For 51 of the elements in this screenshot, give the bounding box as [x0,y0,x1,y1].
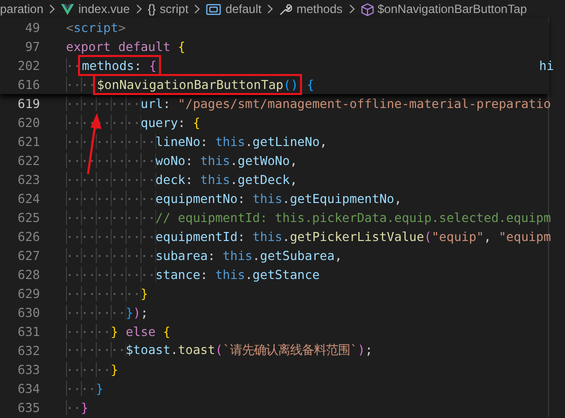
line-number: 97 [24,39,40,54]
line-number: 623 [16,172,40,187]
line-number: 635 [16,400,40,415]
line-number: 632 [16,343,40,358]
code-text: hi [539,57,554,75]
code-text: $toast.toast(`请先确认离线备料范围`); [66,342,373,359]
highlight-box: $onNavigationBarButtonTap() [96,77,300,92]
line-number: 634 [16,381,40,396]
code-text: } [66,400,88,415]
code-text: <script> [66,20,126,35]
line-number: 202 [16,58,40,73]
breadcrumb-item[interactable]: paration [0,2,44,16]
code-text: } [66,362,118,377]
line-number: 626 [16,229,40,244]
line-number: 624 [16,191,40,206]
line-number: 630 [16,305,40,320]
code-text: query: { [66,115,200,130]
line-number: 633 [16,362,40,377]
line-number: 625 [16,210,40,225]
code-text: } else { [66,324,170,339]
code-text: } [66,381,104,396]
code-text: equipmentNo: this.getEquipmentNo, [66,191,402,206]
line-number: 628 [16,267,40,282]
line-number: 49 [24,20,40,35]
highlight-box: methods: { [80,58,158,73]
code-text: equipmentId: this.getPickerListValue("equip", "equipm [66,229,551,244]
breadcrumb-item[interactable]: script [160,2,188,16]
line-number: 622 [16,153,40,168]
code-text: url: "/pages/smt/management-offline-material-preparatio [66,96,551,111]
code-text: export default { [66,39,186,54]
line-number: 616 [16,77,40,92]
line-number: 629 [16,286,40,301]
breadcrumb-item[interactable]: default [225,2,262,16]
code-text: }); [66,305,148,320]
breadcrumb-item[interactable]: $onNavigationBarButtonTap [378,2,527,16]
line-number: 619 [16,96,40,111]
braces-icon: {} [148,2,156,16]
code-text: // equipmentId: this.pickerData.equip.selected.equipm [66,210,551,225]
code-text: subarea: this.getSubarea, [66,248,342,263]
line-number: 620 [16,115,40,130]
line-number: 627 [16,248,40,263]
breadcrumb-item[interactable]: index.vue [78,2,130,16]
breadcrumb-item[interactable]: methods [296,2,342,16]
code-text: stance: this.getStance [66,267,320,282]
code-text: { [306,77,314,92]
code-text: deck: this.getDeck, [66,172,298,187]
code-text: woNo: this.getWoNo, [66,153,298,168]
code-text: lineNo: this.getLineNo, [66,134,328,149]
line-number: 631 [16,324,40,339]
code-text: } [66,286,148,301]
line-number: 621 [16,134,40,149]
